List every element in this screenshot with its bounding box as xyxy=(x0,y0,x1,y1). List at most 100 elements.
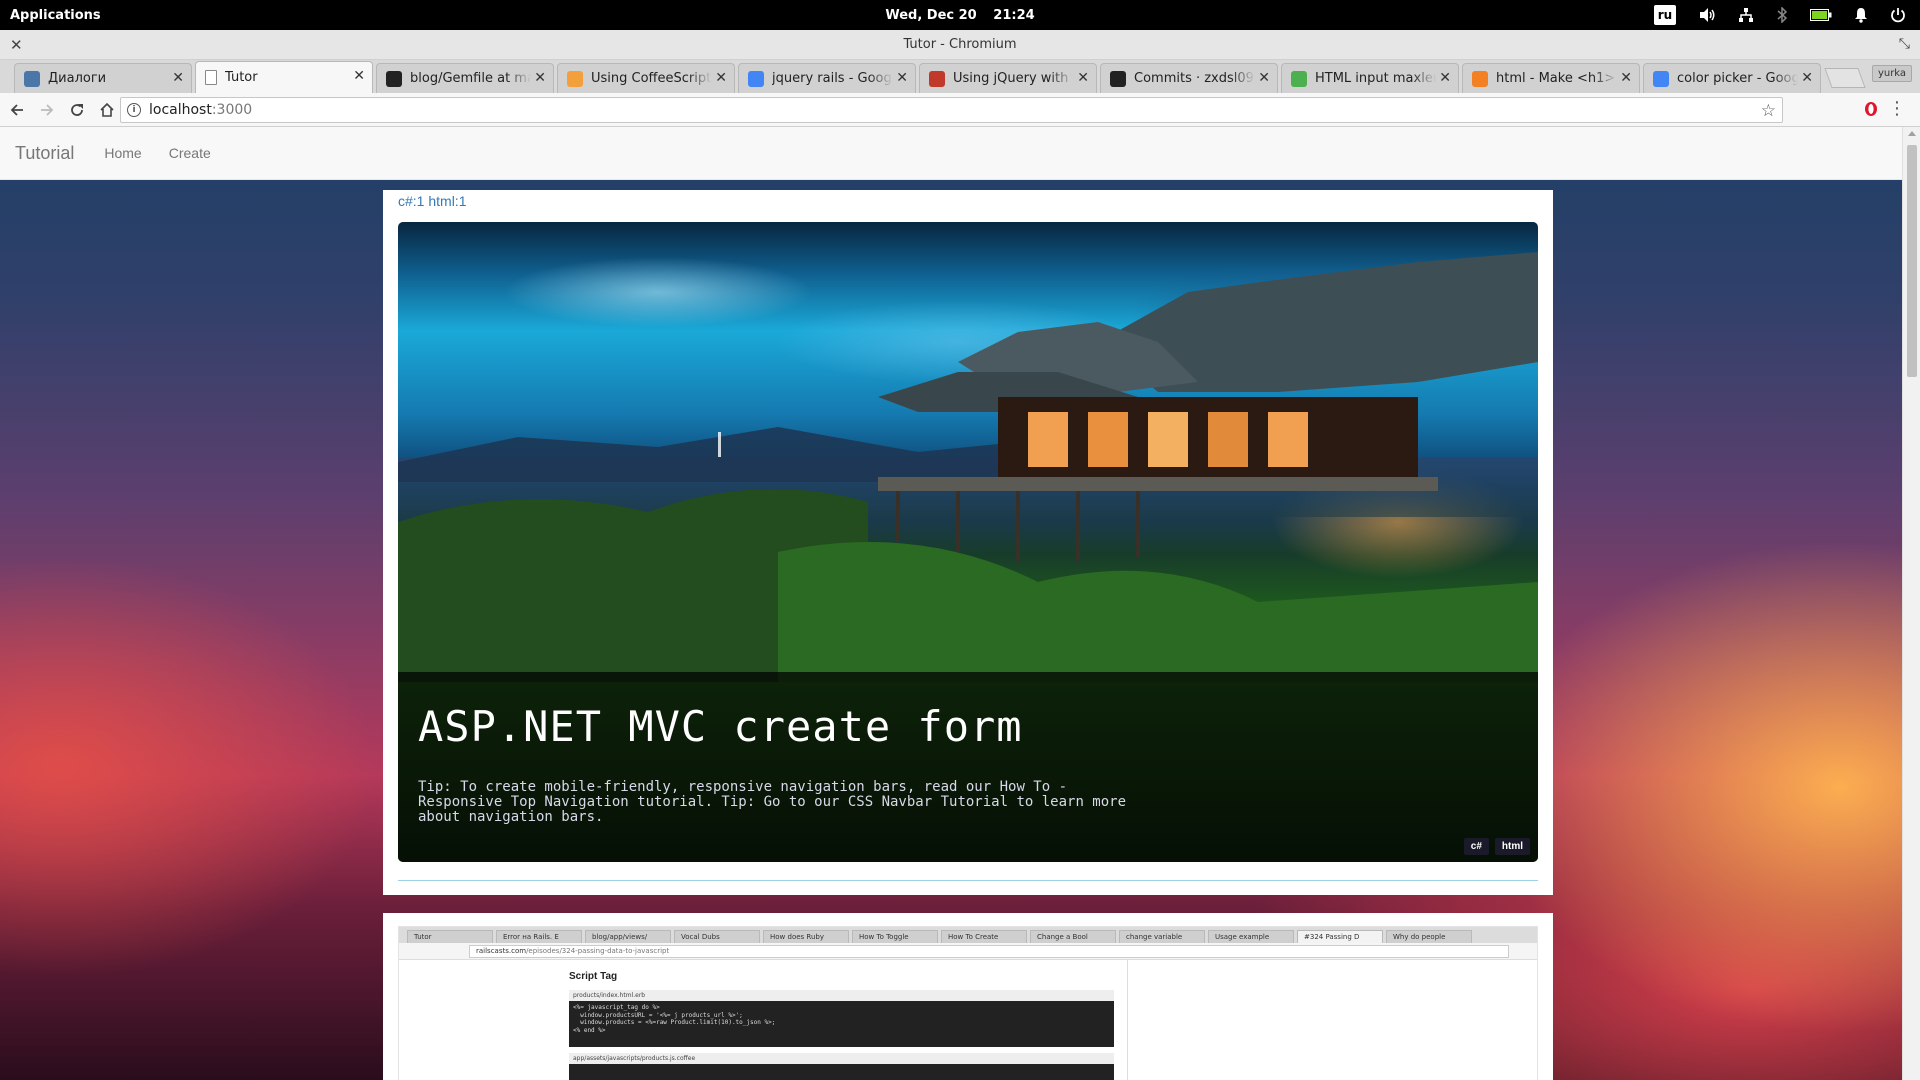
tab-close-icon[interactable]: ✕ xyxy=(1258,70,1270,86)
new-tab-button[interactable] xyxy=(1824,68,1866,88)
browser-tab[interactable]: Tutor ✕ xyxy=(195,61,373,93)
post-card: Tutor Error на Rails. Eblog/app/views/Voc… xyxy=(383,913,1553,1080)
railscasts-icon xyxy=(929,70,945,87)
screenshot-code-filename-2: app/assets/javascripts/products.js.coffe… xyxy=(569,1053,1114,1064)
github-icon xyxy=(386,70,402,87)
tab-close-icon[interactable]: ✕ xyxy=(715,70,727,86)
screenshot-code-block-2 xyxy=(569,1064,1114,1080)
screenshot-mini-tab: Error на Rails. E xyxy=(496,930,582,943)
notifications-bell-icon[interactable] xyxy=(1854,7,1868,23)
browser-tab[interactable]: Using jQuery with Rails✕ xyxy=(919,63,1097,93)
screenshot-mini-tab: How To Create xyxy=(941,930,1027,943)
screenshot-mini-tab: Change a Bool xyxy=(1030,930,1116,943)
screenshot-section-title: Script Tag xyxy=(569,971,618,982)
url-port: :3000 xyxy=(211,102,253,118)
navbar-brand[interactable]: Tutorial xyxy=(15,143,74,164)
browser-tab[interactable]: Commits · zxdsl093/tu✕ xyxy=(1100,63,1278,93)
browser-tab[interactable]: Using CoffeeScript in✕ xyxy=(557,63,735,93)
code-line: <%= javascript_tag do %> xyxy=(573,1004,660,1011)
nav-link-home[interactable]: Home xyxy=(104,145,141,161)
site-navbar: Tutorial Home Create xyxy=(0,127,1902,180)
tab-close-icon[interactable]: ✕ xyxy=(1801,70,1813,86)
battery-icon[interactable] xyxy=(1810,9,1832,21)
browser-tab[interactable]: Диалоги ✕ xyxy=(14,63,192,93)
browser-tab[interactable]: blog/Gemfile at master✕ xyxy=(376,63,554,93)
screenshot-separator xyxy=(1127,960,1128,1080)
forward-button[interactable] xyxy=(34,97,60,123)
tag-badge-csharp[interactable]: c# xyxy=(1463,838,1489,855)
google-icon xyxy=(1653,70,1669,87)
screenshot-mini-tab: Tutor xyxy=(407,930,493,943)
system-clock[interactable]: Wed, Dec 20 21:24 xyxy=(879,8,1040,23)
page-scrollbar[interactable] xyxy=(1902,127,1920,1080)
reload-button[interactable] xyxy=(64,97,90,123)
tab-title: Tutor xyxy=(225,70,258,85)
vk-icon xyxy=(24,70,40,87)
keyboard-layout-indicator[interactable]: ru xyxy=(1654,5,1676,25)
stackoverflow-icon xyxy=(1472,70,1488,87)
tab-close-icon[interactable]: ✕ xyxy=(1620,70,1632,86)
system-tray: ru xyxy=(1654,5,1906,25)
post-caption: ASP.NET MVC create form Tip: To create m… xyxy=(398,672,1538,862)
screenshot-mini-tab: Why do people xyxy=(1386,930,1472,943)
browser-menu-icon[interactable]: ⋮ xyxy=(1888,99,1906,119)
applications-menu[interactable]: Applications xyxy=(10,8,101,23)
tag-badge-html[interactable]: html xyxy=(1494,838,1530,855)
screenshot-mini-tab: Usage example xyxy=(1208,930,1294,943)
browser-tab[interactable]: jquery rails - Google S✕ xyxy=(738,63,916,93)
w3schools-icon xyxy=(1291,70,1307,87)
post-description: Tip: To create mobile-friendly, responsi… xyxy=(418,779,1127,825)
tab-close-icon[interactable]: ✕ xyxy=(353,68,365,84)
code-line: <% end %> xyxy=(573,1026,606,1034)
tab-title: Using CoffeeScript in xyxy=(591,71,712,86)
back-button[interactable] xyxy=(4,97,30,123)
tab-title: jquery rails - Google S xyxy=(772,71,893,86)
nav-link-create[interactable]: Create xyxy=(169,145,211,161)
browser-tab[interactable]: html - Make <h1> tag✕ xyxy=(1462,63,1640,93)
github-icon xyxy=(1110,70,1126,87)
screenshot-mini-tab: blog/app/views/ xyxy=(585,930,671,943)
clock-date: Wed, Dec 20 xyxy=(885,7,977,23)
post-card: c#:1 html:1 ASP.NET MVC create form Tip:… xyxy=(383,190,1553,895)
code-line: window.products = <%=raw Product.limit(1… xyxy=(573,1019,776,1026)
bluetooth-icon[interactable] xyxy=(1776,7,1788,23)
system-top-bar: Applications Wed, Dec 20 21:24 ru xyxy=(0,0,1920,30)
power-icon[interactable] xyxy=(1890,7,1906,23)
screenshot-code-filename: products/index.html.erb xyxy=(569,990,1114,1001)
code-line: window.productsURL = '<%= j products_url… xyxy=(573,1011,743,1019)
screenshot-mini-tab: How To Toggle xyxy=(852,930,938,943)
tab-title: blog/Gemfile at master xyxy=(410,71,531,86)
profile-button[interactable]: yurka xyxy=(1872,65,1912,82)
tab-close-icon[interactable]: ✕ xyxy=(534,70,546,86)
tab-close-icon[interactable]: ✕ xyxy=(896,70,908,86)
window-title-bar: ✕ Tutor - Chromium ⤡ xyxy=(0,30,1920,60)
home-button[interactable] xyxy=(94,97,120,123)
browser-tab[interactable]: HTML input maxlength✕ xyxy=(1281,63,1459,93)
tab-title: html - Make <h1> tag xyxy=(1496,71,1617,86)
tab-close-icon[interactable]: ✕ xyxy=(172,70,184,86)
address-bar[interactable]: i localhost:3000 ☆ xyxy=(120,97,1783,123)
browser-tab[interactable]: color picker - Google ✕ xyxy=(1643,63,1821,93)
volume-icon[interactable] xyxy=(1698,7,1716,23)
screenshot-mini-tab: How does Ruby xyxy=(763,930,849,943)
card-divider xyxy=(398,880,1538,881)
screenshot-mini-tab: #324 Passing D xyxy=(1297,930,1383,943)
bookmark-star-icon[interactable]: ☆ xyxy=(1761,101,1776,121)
opera-extension-icon[interactable] xyxy=(1864,101,1878,121)
post-tag-badges: c# html xyxy=(1463,838,1530,855)
post-screenshot-image[interactable]: Tutor Error на Rails. Eblog/app/views/Voc… xyxy=(398,926,1538,1080)
network-icon[interactable] xyxy=(1738,7,1754,23)
tab-close-icon[interactable]: ✕ xyxy=(1439,70,1451,86)
scrollbar-thumb[interactable] xyxy=(1907,145,1917,377)
tab-title: Диалоги xyxy=(48,71,107,86)
window-close-icon[interactable]: ✕ xyxy=(10,36,23,54)
page-icon xyxy=(205,70,217,85)
post-hero-image[interactable]: ASP.NET MVC create form Tip: To create m… xyxy=(398,222,1538,862)
tag-counts-link[interactable]: c#:1 html:1 xyxy=(398,193,466,209)
tab-close-icon[interactable]: ✕ xyxy=(1077,70,1089,86)
post-title[interactable]: ASP.NET MVC create form xyxy=(418,702,1023,751)
window-restore-icon[interactable]: ⤡ xyxy=(1899,36,1910,52)
scroll-up-arrow-icon[interactable] xyxy=(1908,131,1916,136)
site-info-icon[interactable]: i xyxy=(127,103,141,117)
screenshot-mini-tab: Vocal Dubs xyxy=(674,930,760,943)
